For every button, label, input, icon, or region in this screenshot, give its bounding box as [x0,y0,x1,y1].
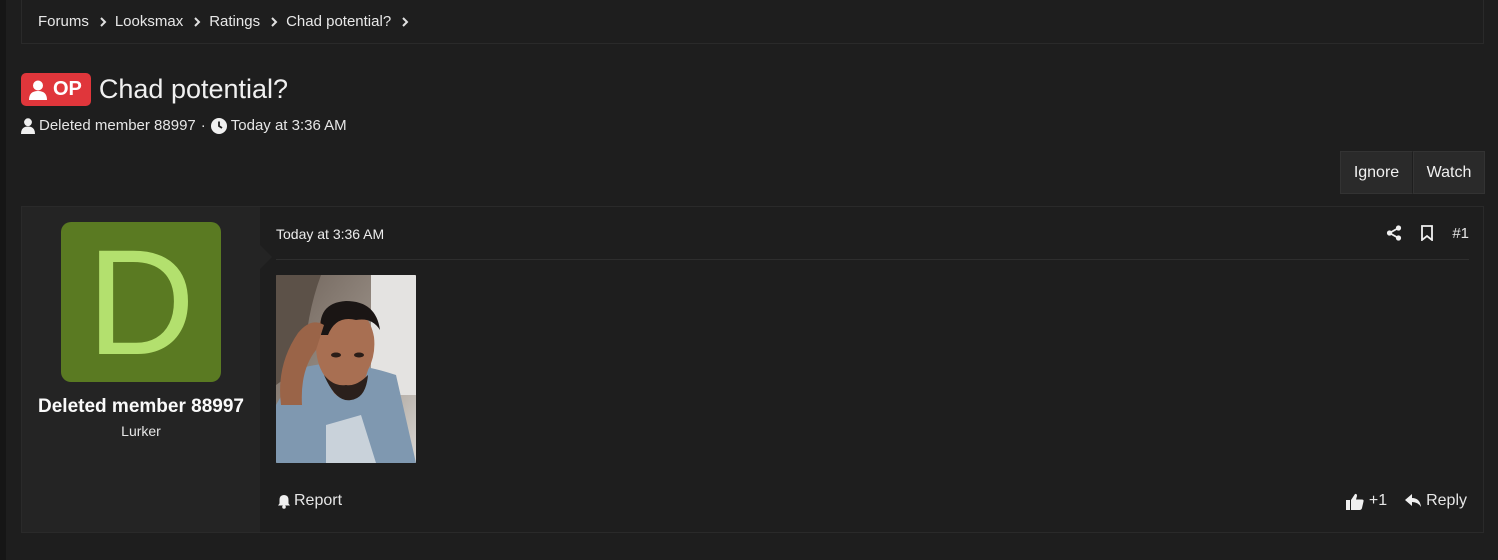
user-icon [21,117,35,134]
bookmark-icon[interactable] [1420,225,1434,241]
post-header: Today at 3:36 AM #1 [276,207,1469,260]
thread-author[interactable]: Deleted member 88997 [39,117,196,134]
watch-button[interactable]: Watch [1413,151,1485,194]
post-date[interactable]: Today at 3:36 AM [276,226,384,242]
like-button[interactable]: +1 [1345,492,1388,510]
breadcrumb-forums[interactable]: Forums [38,13,115,30]
breadcrumb-ratings[interactable]: Ratings [209,13,286,30]
reply-button[interactable]: Reply [1405,492,1467,510]
left-edge [0,0,6,560]
bell-icon [278,494,290,509]
thumbs-up-icon [1345,493,1364,510]
chevron-right-icon [100,16,107,27]
report-label: Report [294,492,343,509]
reply-icon [1405,494,1422,507]
chevron-right-icon [194,16,201,27]
post-number[interactable]: #1 [1452,225,1469,242]
post-footer: Report +1 Reply [277,492,1467,510]
selfie-photo [276,275,416,463]
thread-meta: Deleted member 88997 · Today at 3:36 AM [21,117,347,134]
op-badge: OP [21,73,91,106]
reply-label: Reply [1426,492,1467,509]
user-title: Lurker [121,423,161,439]
op-badge-label: OP [53,78,82,100]
post-username[interactable]: Deleted member 88997 [38,396,244,418]
thread-title-row: OP Chad potential? [21,73,288,106]
report-link[interactable]: Report [277,492,342,510]
post-footer-right: +1 Reply [1328,492,1467,510]
reaction-count: +1 [1368,492,1388,509]
breadcrumb-label: Chad potential? [286,13,392,30]
chevron-right-icon [271,16,278,27]
post-footer-left: Report [277,492,342,510]
page-title: Chad potential? [98,74,289,104]
chevron-right-icon [402,16,409,27]
breadcrumb: Forums Looksmax Ratings Chad potential? [21,0,1484,44]
breadcrumb-thread[interactable]: Chad potential? [286,13,417,30]
breadcrumb-label: Forums [38,13,89,30]
breadcrumb-label: Ratings [209,13,261,30]
thread-actions: Ignore Watch [1340,151,1485,194]
post-user-panel: D Deleted member 88997 Lurker [22,207,272,532]
breadcrumb-looksmax[interactable]: Looksmax [115,13,209,30]
thread-time[interactable]: Today at 3:36 AM [231,117,347,134]
user-icon [29,80,47,100]
clock-icon [210,117,227,134]
post: D Deleted member 88997 Lurker Today at 3… [21,206,1484,533]
post-image[interactable] [276,275,416,463]
share-icon[interactable] [1386,225,1402,241]
breadcrumb-label: Looksmax [114,13,184,30]
ignore-button[interactable]: Ignore [1340,151,1413,194]
post-main: Today at 3:36 AM #1 Report +1 Reply [260,207,1483,532]
avatar[interactable]: D [61,222,221,382]
meta-separator: · [200,117,206,134]
post-header-actions: #1 [1386,225,1469,242]
